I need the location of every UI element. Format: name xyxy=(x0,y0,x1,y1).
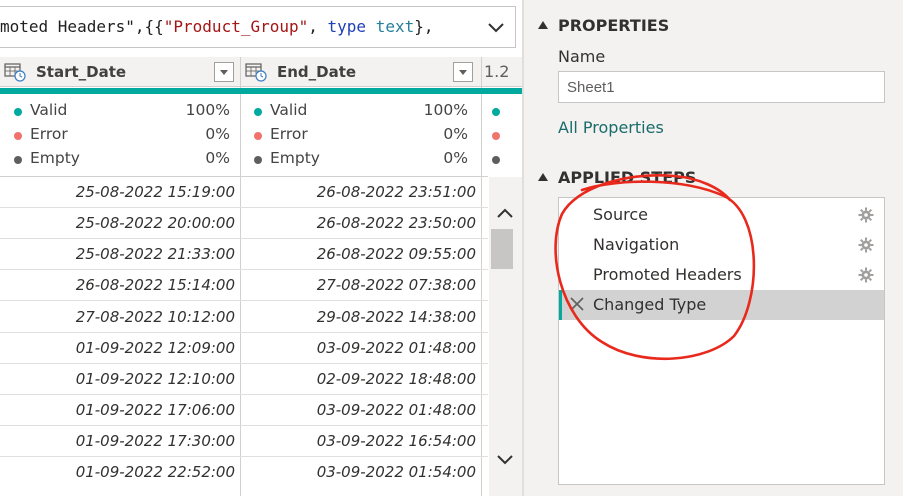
end-date-cell[interactable]: 03-09-2022 16:54:00 xyxy=(317,432,476,450)
valid-dot-icon xyxy=(254,108,262,116)
empty-dot-icon xyxy=(14,156,22,164)
delete-step-icon[interactable] xyxy=(570,297,584,311)
vertical-scrollbar[interactable] xyxy=(489,177,522,496)
column-type-icon-partial[interactable]: 1.2 xyxy=(484,62,509,81)
start-date-cell[interactable]: 27-08-2022 10:12:00 xyxy=(76,308,235,326)
query-name-input[interactable] xyxy=(558,71,885,103)
end-date-cell[interactable]: 29-08-2022 14:38:00 xyxy=(317,308,476,326)
end-date-cell[interactable]: 03-09-2022 01:54:00 xyxy=(317,463,476,481)
table-row: 01-09-2022 17:30:00 03-09-2022 16:54:00 xyxy=(0,426,488,457)
table-row: 25-08-2022 21:33:00 26-08-2022 09:55:00 xyxy=(0,239,488,270)
gear-icon[interactable] xyxy=(858,237,874,253)
end-date-cell[interactable]: 27-08-2022 07:38:00 xyxy=(317,276,476,294)
column-quality-start-date: Valid 100% Error 0% Empty 0% xyxy=(14,94,230,176)
table-row: 01-09-2022 12:09:00 03-09-2022 01:48:00 xyxy=(0,333,488,364)
quality-error: Error 0% xyxy=(14,124,230,148)
quality-valid: Valid 100% xyxy=(14,100,230,124)
valid-dot-icon xyxy=(14,108,22,116)
start-date-cell[interactable]: 25-08-2022 15:19:00 xyxy=(76,183,235,201)
dropdown-arrow-icon xyxy=(220,70,228,75)
table-row: 01-09-2022 17:06:00 03-09-2022 01:48:00 xyxy=(0,395,488,426)
table-row: 01-09-2022 12:10:00 02-09-2022 18:48:00 xyxy=(0,364,488,395)
column-header-end-date[interactable]: End_Date xyxy=(241,57,481,87)
start-date-cell[interactable]: 25-08-2022 21:33:00 xyxy=(76,245,235,263)
column-name: Start_Date xyxy=(36,63,127,81)
query-preview-area: moted Headers",{{"Product_Group", type t… xyxy=(0,0,522,496)
step-source[interactable]: Source xyxy=(559,200,884,230)
quality-empty: Empty 0% xyxy=(254,148,468,172)
end-date-cell[interactable]: 03-09-2022 01:48:00 xyxy=(317,401,476,419)
dropdown-arrow-icon xyxy=(459,70,467,75)
chevron-down-icon[interactable] xyxy=(485,16,507,38)
scroll-down-icon[interactable] xyxy=(494,448,516,470)
step-promoted-headers[interactable]: Promoted Headers xyxy=(559,260,884,290)
applied-steps-list: Source Navigation Promoted Headers Chang… xyxy=(558,197,885,485)
empty-dot-icon xyxy=(254,156,262,164)
error-dot-icon xyxy=(254,132,262,140)
query-settings-pane: PROPERTIES Name All Properties APPLIED S… xyxy=(524,0,903,496)
start-date-cell[interactable]: 01-09-2022 22:52:00 xyxy=(76,463,235,481)
column-quality-end-date: Valid 100% Error 0% Empty 0% xyxy=(254,94,470,176)
valid-dot-icon xyxy=(492,108,500,116)
start-date-cell[interactable]: 01-09-2022 17:06:00 xyxy=(76,401,235,419)
column-header-start-date[interactable]: Start_Date xyxy=(0,57,240,87)
datetime-icon xyxy=(245,63,267,82)
start-date-cell[interactable]: 25-08-2022 20:00:00 xyxy=(76,214,235,232)
quality-valid: Valid 100% xyxy=(254,100,468,124)
quality-empty: Empty 0% xyxy=(14,148,230,172)
gear-icon[interactable] xyxy=(858,267,874,283)
table-row: 25-08-2022 15:19:00 26-08-2022 23:51:00 xyxy=(0,177,488,208)
all-properties-link[interactable]: All Properties xyxy=(558,118,664,137)
start-date-cell[interactable]: 01-09-2022 12:09:00 xyxy=(76,339,235,357)
datetime-icon xyxy=(4,63,26,82)
error-dot-icon xyxy=(492,132,500,140)
end-date-cell[interactable]: 26-08-2022 23:51:00 xyxy=(317,183,476,201)
end-date-cell[interactable]: 26-08-2022 09:55:00 xyxy=(317,245,476,263)
quality-error: Error 0% xyxy=(254,124,468,148)
start-date-cell[interactable]: 26-08-2022 15:14:00 xyxy=(76,276,235,294)
end-date-cell[interactable]: 26-08-2022 23:50:00 xyxy=(317,214,476,232)
formula-text[interactable]: moted Headers",{{"Product_Group", type t… xyxy=(0,17,434,36)
scroll-up-icon[interactable] xyxy=(494,202,516,224)
end-date-cell[interactable]: 03-09-2022 01:48:00 xyxy=(317,339,476,357)
step-navigation[interactable]: Navigation xyxy=(559,230,884,260)
start-date-cell[interactable]: 01-09-2022 12:10:00 xyxy=(76,370,235,388)
applied-steps-heading[interactable]: APPLIED STEPS xyxy=(538,168,696,187)
end-date-cell[interactable]: 02-09-2022 18:48:00 xyxy=(317,370,476,388)
column-quality-partial xyxy=(492,94,522,176)
properties-heading[interactable]: PROPERTIES xyxy=(538,16,669,35)
error-dot-icon xyxy=(14,132,22,140)
start-date-cell[interactable]: 01-09-2022 17:30:00 xyxy=(76,432,235,450)
column-header-row: Start_Date End_Date 1.2 xyxy=(0,57,522,87)
formula-bar[interactable]: moted Headers",{{"Product_Group", type t… xyxy=(0,6,516,48)
table-row: 26-08-2022 15:14:00 27-08-2022 07:38:00 xyxy=(0,270,488,301)
collapse-triangle-icon xyxy=(538,173,548,181)
table-row: 25-08-2022 20:00:00 26-08-2022 23:50:00 xyxy=(0,208,488,239)
name-label: Name xyxy=(558,47,606,66)
table-row: 27-08-2022 10:12:00 29-08-2022 14:38:00 xyxy=(0,302,488,333)
column-filter-button[interactable] xyxy=(214,62,234,82)
empty-dot-icon xyxy=(492,156,500,164)
table-row: 01-09-2022 22:52:00 03-09-2022 01:54:00 xyxy=(0,457,488,488)
gear-icon[interactable] xyxy=(858,207,874,223)
collapse-triangle-icon xyxy=(538,21,548,29)
step-changed-type[interactable]: Changed Type xyxy=(559,290,884,320)
scrollbar-thumb[interactable] xyxy=(491,229,513,269)
column-filter-button[interactable] xyxy=(453,62,473,82)
column-name: End_Date xyxy=(277,63,357,81)
